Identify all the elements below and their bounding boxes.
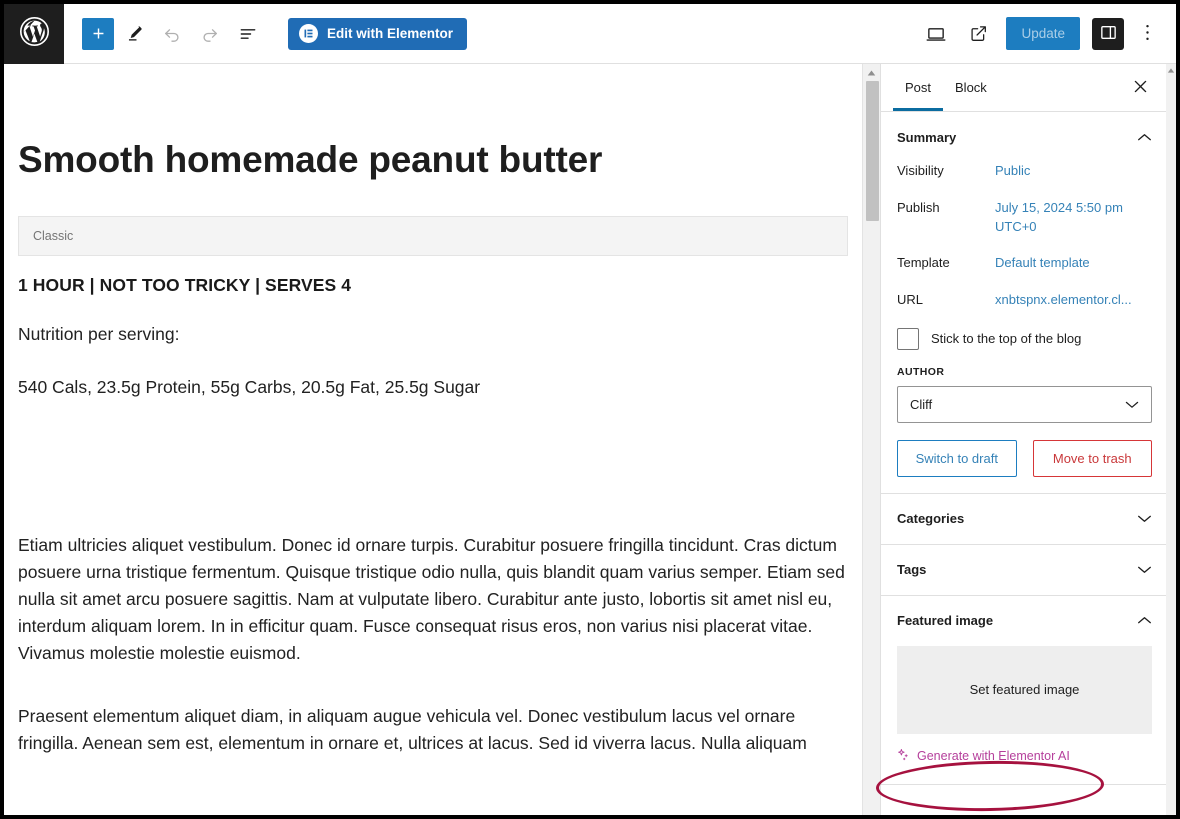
tab-block[interactable]: Block <box>943 64 999 111</box>
chevron-down-icon <box>1137 565 1152 574</box>
tab-post[interactable]: Post <box>893 64 944 111</box>
redo-button[interactable] <box>192 16 228 52</box>
categories-panel-header[interactable]: Categories <box>881 494 1168 544</box>
edit-with-elementor-label: Edit with Elementor <box>327 26 454 41</box>
wordpress-logo-button[interactable] <box>4 3 64 64</box>
edit-with-elementor-button[interactable]: Edit with Elementor <box>288 17 468 50</box>
visibility-label: Visibility <box>897 163 944 178</box>
template-label: Template <box>897 254 950 270</box>
summary-panel-header[interactable]: Summary <box>881 112 1168 162</box>
recipe-meta-line[interactable]: 1 HOUR | NOT TOO TRICKY | SERVES 4 <box>18 275 848 296</box>
categories-panel-title: Categories <box>897 511 965 527</box>
nutrition-values[interactable]: 540 Cals, 23.5g Protein, 55g Carbs, 20.5… <box>18 374 848 401</box>
nutrition-heading[interactable]: Nutrition per serving: <box>18 321 848 348</box>
kebab-menu-icon <box>1145 23 1150 45</box>
post-title[interactable]: Smooth homemade peanut butter <box>18 138 848 182</box>
summary-row-publish: Publish July 15, 2024 5:50 pm UTC+0 <box>897 199 1152 237</box>
tags-panel: Tags <box>881 545 1168 596</box>
publish-label: Publish <box>897 200 940 215</box>
scroll-up-arrow-icon[interactable] <box>1166 64 1176 76</box>
settings-panel-icon <box>1099 23 1118 45</box>
add-block-button[interactable] <box>82 17 114 50</box>
summary-row-visibility: Visibility Public <box>897 162 1152 182</box>
update-button[interactable]: Update <box>1006 17 1080 50</box>
visibility-value[interactable]: Public <box>995 162 1030 181</box>
preview-device-button[interactable] <box>918 16 954 52</box>
canvas-scrollbar-thumb[interactable] <box>866 81 879 221</box>
summary-panel: Summary Visibility Public Publish July 1… <box>881 112 1168 494</box>
post-action-buttons: Switch to draft Move to trash <box>897 439 1152 477</box>
template-value[interactable]: Default template <box>995 254 1090 273</box>
wordpress-logo-icon <box>19 16 50 52</box>
toolbar-right-tools: Update <box>918 4 1176 64</box>
tags-panel-title: Tags <box>897 562 927 578</box>
toolbar-left-tools: Edit with Elementor <box>64 4 468 64</box>
chevron-down-icon <box>1137 514 1152 523</box>
url-value[interactable]: xnbtspnx.elementor.cl... <box>995 291 1132 310</box>
canvas-scrollbar[interactable] <box>862 64 880 815</box>
author-label: AUTHOR <box>897 365 945 378</box>
close-icon <box>1133 79 1148 97</box>
sticky-post-checkbox[interactable] <box>897 327 919 350</box>
classic-block-label: Classic <box>33 229 74 244</box>
body-paragraph-2[interactable]: Praesent elementum aliquet diam, in aliq… <box>18 703 848 757</box>
post-settings-sidebar: Post Block Summary Visibility Public Pub… <box>880 64 1168 815</box>
generate-with-elementor-ai-label: Generate with Elementor AI <box>917 748 1070 763</box>
chevron-up-icon <box>1137 133 1152 142</box>
summary-row-url: URL xnbtspnx.elementor.cl... <box>897 291 1152 311</box>
scroll-up-arrow-icon[interactable] <box>863 64 880 81</box>
editor-top-toolbar: Edit with Elementor Update <box>4 3 1176 64</box>
sidebar-tabs: Post Block <box>881 64 1168 112</box>
featured-image-panel-title: Featured image <box>897 613 994 629</box>
tags-panel-header[interactable]: Tags <box>881 545 1168 595</box>
settings-sidebar-toggle-button[interactable] <box>1092 17 1124 50</box>
featured-image-panel: Featured image Set featured image Genera… <box>881 596 1168 785</box>
close-sidebar-button[interactable] <box>1122 70 1158 106</box>
classic-block-toolbar[interactable]: Classic <box>18 216 848 257</box>
author-select-value: Cliff <box>910 396 933 412</box>
featured-image-panel-body: Set featured image Generate with Element… <box>881 645 1168 784</box>
set-featured-image-button[interactable]: Set featured image <box>897 645 1152 734</box>
view-post-external-button[interactable] <box>960 16 996 52</box>
featured-image-panel-header[interactable]: Featured image <box>881 596 1168 646</box>
post-editor-canvas[interactable]: Smooth homemade peanut butter Classic 1 … <box>4 64 862 815</box>
sidebar-scrollbar[interactable] <box>1166 64 1176 815</box>
wordpress-block-editor: Edit with Elementor Update Smooth homema… <box>0 0 1180 819</box>
chevron-down-icon <box>1125 400 1139 409</box>
document-overview-button[interactable] <box>230 16 266 52</box>
author-select[interactable]: Cliff <box>897 385 1152 423</box>
switch-to-draft-button[interactable]: Switch to draft <box>897 439 1017 477</box>
publish-value[interactable]: July 15, 2024 5:50 pm UTC+0 <box>995 199 1152 237</box>
generate-with-elementor-ai-link[interactable]: Generate with Elementor AI <box>897 748 1152 768</box>
categories-panel: Categories <box>881 494 1168 545</box>
summary-panel-body: Visibility Public Publish July 15, 2024 … <box>881 162 1168 493</box>
elementor-logo-icon <box>299 24 318 43</box>
sticky-post-label: Stick to the top of the blog <box>931 331 1082 347</box>
body-paragraph-1[interactable]: Etiam ultricies aliquet vestibulum. Done… <box>18 532 848 668</box>
chevron-up-icon <box>1137 616 1152 625</box>
move-to-trash-button[interactable]: Move to trash <box>1032 439 1152 477</box>
undo-button[interactable] <box>154 16 190 52</box>
sparkles-icon <box>897 748 910 764</box>
url-label: URL <box>897 291 924 307</box>
edit-tool-button[interactable] <box>116 16 152 52</box>
summary-row-template: Template Default template <box>897 254 1152 274</box>
more-options-button[interactable] <box>1130 16 1164 52</box>
summary-panel-title: Summary <box>897 129 957 145</box>
sticky-post-row: Stick to the top of the blog <box>897 327 1152 350</box>
